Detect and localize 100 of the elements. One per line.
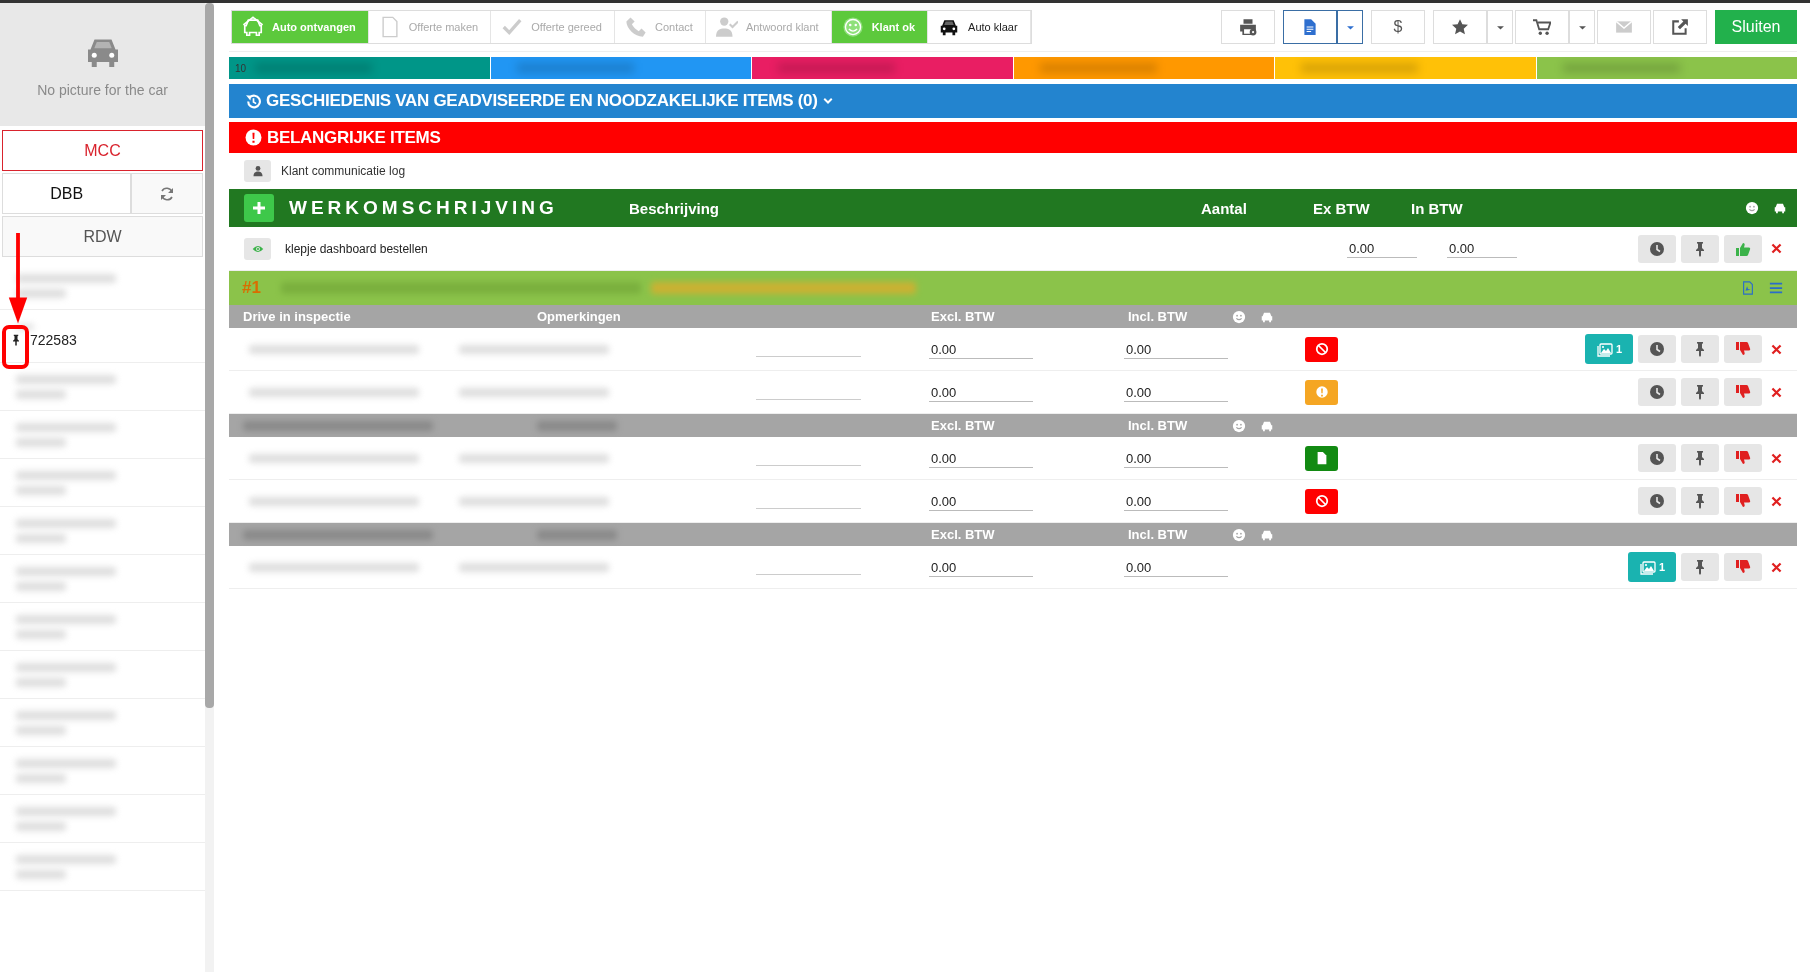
reject-button[interactable] bbox=[1724, 378, 1762, 406]
document-icon bbox=[1301, 18, 1319, 36]
history-title: GESCHIEDENIS VAN GEADVISEERDE EN NOODZAKELIJKE ITEMS (0) bbox=[266, 91, 818, 111]
redacted-text bbox=[16, 773, 66, 783]
reject-button[interactable] bbox=[1724, 553, 1762, 581]
redacted-text bbox=[16, 869, 66, 879]
column-header: Excl. BTW bbox=[930, 309, 996, 324]
field-value: 722583 bbox=[30, 332, 77, 348]
clock-button[interactable] bbox=[1638, 487, 1676, 515]
highlight-box bbox=[2, 325, 29, 369]
redacted-text bbox=[16, 821, 66, 831]
clock-icon bbox=[1649, 450, 1665, 466]
pin-button[interactable] bbox=[1681, 378, 1719, 406]
thumbs-up-icon bbox=[1735, 240, 1751, 257]
reject-button[interactable] bbox=[1724, 444, 1762, 472]
reject-button[interactable] bbox=[1724, 487, 1762, 515]
clock-icon bbox=[1649, 493, 1665, 509]
column-header: Aantal bbox=[1201, 199, 1248, 217]
refresh-icon bbox=[159, 185, 176, 202]
pin-button[interactable] bbox=[1681, 487, 1719, 515]
print-button[interactable] bbox=[1221, 10, 1275, 44]
open-external-button[interactable] bbox=[1653, 10, 1707, 44]
clock-button[interactable] bbox=[1638, 378, 1676, 406]
clock-icon bbox=[1649, 384, 1665, 400]
close-icon bbox=[1770, 385, 1783, 399]
column-header: Excl. BTW bbox=[930, 527, 996, 542]
pin-button[interactable] bbox=[1681, 444, 1719, 472]
dbb-button[interactable]: DBB bbox=[2, 173, 132, 214]
clock-button[interactable] bbox=[1638, 234, 1676, 263]
warning-icon bbox=[1314, 385, 1329, 399]
cart-button[interactable] bbox=[1515, 10, 1569, 44]
section-title: BELANGRIJKE ITEMS bbox=[267, 127, 441, 148]
smiley-icon bbox=[1745, 201, 1759, 215]
thumbs-down-icon bbox=[1735, 559, 1751, 575]
redacted-text bbox=[16, 677, 66, 687]
price-field[interactable]: 0.00 bbox=[929, 448, 1033, 468]
clock-button[interactable] bbox=[1638, 444, 1676, 472]
section-title: WERKOMSCHRIJVING bbox=[289, 197, 559, 219]
external-link-icon bbox=[1671, 18, 1689, 36]
envelope-icon bbox=[1615, 18, 1633, 36]
scrollbar[interactable] bbox=[205, 3, 214, 972]
user-button[interactable] bbox=[244, 160, 271, 182]
view-button[interactable] bbox=[244, 237, 271, 260]
close-icon bbox=[1770, 451, 1783, 465]
history-header[interactable]: GESCHIEDENIS VAN GEADVISEERDE EN NOODZAKELIJKE ITEMS (0) bbox=[229, 84, 1797, 118]
task-description: klepje dashboard bestellen bbox=[285, 241, 429, 256]
column-header: In BTW bbox=[1411, 199, 1464, 217]
file-icon bbox=[1741, 281, 1755, 295]
column-header: Excl. BTW bbox=[930, 418, 996, 433]
photos-icon bbox=[1595, 341, 1614, 357]
pin-button[interactable] bbox=[1681, 553, 1719, 581]
star-button[interactable] bbox=[1433, 10, 1487, 44]
user-check-icon bbox=[715, 16, 738, 38]
column-header: Beschrijving bbox=[629, 199, 721, 217]
approve-button[interactable] bbox=[1724, 234, 1762, 263]
column-header: Ex BTW bbox=[1313, 199, 1371, 217]
reject-button[interactable] bbox=[1724, 335, 1762, 363]
pin-button[interactable] bbox=[1681, 234, 1719, 263]
smiley-icon bbox=[1232, 309, 1246, 324]
close-icon bbox=[1770, 560, 1783, 574]
price-field[interactable]: 0.00 bbox=[1447, 239, 1517, 258]
price-field[interactable]: 0.00 bbox=[1124, 448, 1228, 468]
rdw-button[interactable]: RDW bbox=[2, 216, 203, 257]
redacted-text bbox=[16, 725, 66, 735]
user-icon bbox=[251, 165, 264, 177]
redacted-text bbox=[16, 533, 66, 543]
price-field[interactable]: 0.00 bbox=[929, 491, 1033, 511]
clock-button[interactable] bbox=[1638, 335, 1676, 363]
price-field[interactable]: 0.00 bbox=[929, 382, 1033, 402]
redacted-text bbox=[16, 437, 66, 447]
check-icon bbox=[501, 16, 524, 38]
pin-button[interactable] bbox=[1681, 335, 1719, 363]
exclamation-icon bbox=[245, 129, 262, 146]
thumbs-down-icon bbox=[1735, 450, 1751, 466]
price-field[interactable]: 0.00 bbox=[929, 339, 1033, 359]
clock-icon bbox=[1649, 240, 1665, 257]
star-icon bbox=[1451, 18, 1469, 36]
price-field[interactable]: 0.00 bbox=[1347, 239, 1417, 258]
log-link[interactable]: Klant communicatie log bbox=[281, 164, 406, 178]
segment-count: 10 bbox=[234, 62, 247, 74]
redacted-text bbox=[16, 629, 66, 639]
column-header: Opmerkingen bbox=[537, 309, 621, 324]
document-button[interactable] bbox=[1283, 10, 1337, 44]
price-field[interactable]: 0.00 bbox=[1124, 382, 1228, 402]
price-field[interactable]: 0.00 bbox=[1124, 491, 1228, 511]
car-icon bbox=[1773, 201, 1787, 215]
dropdown-button[interactable] bbox=[1337, 10, 1363, 44]
cart-icon bbox=[1533, 18, 1551, 36]
redacted-text bbox=[16, 485, 66, 495]
phone-icon bbox=[624, 16, 647, 38]
smiley-icon bbox=[1232, 527, 1246, 542]
photos-icon bbox=[1638, 559, 1657, 575]
price-field[interactable]: 0.00 bbox=[1124, 339, 1228, 359]
price-button[interactable]: $ bbox=[1371, 10, 1425, 44]
price-field[interactable]: 0.00 bbox=[929, 557, 1033, 577]
clock-icon bbox=[1649, 341, 1665, 357]
close-icon bbox=[1770, 242, 1783, 255]
price-field[interactable]: 0.00 bbox=[1124, 557, 1228, 577]
redacted-text bbox=[16, 581, 66, 591]
mcc-button[interactable]: MCC bbox=[2, 130, 203, 171]
